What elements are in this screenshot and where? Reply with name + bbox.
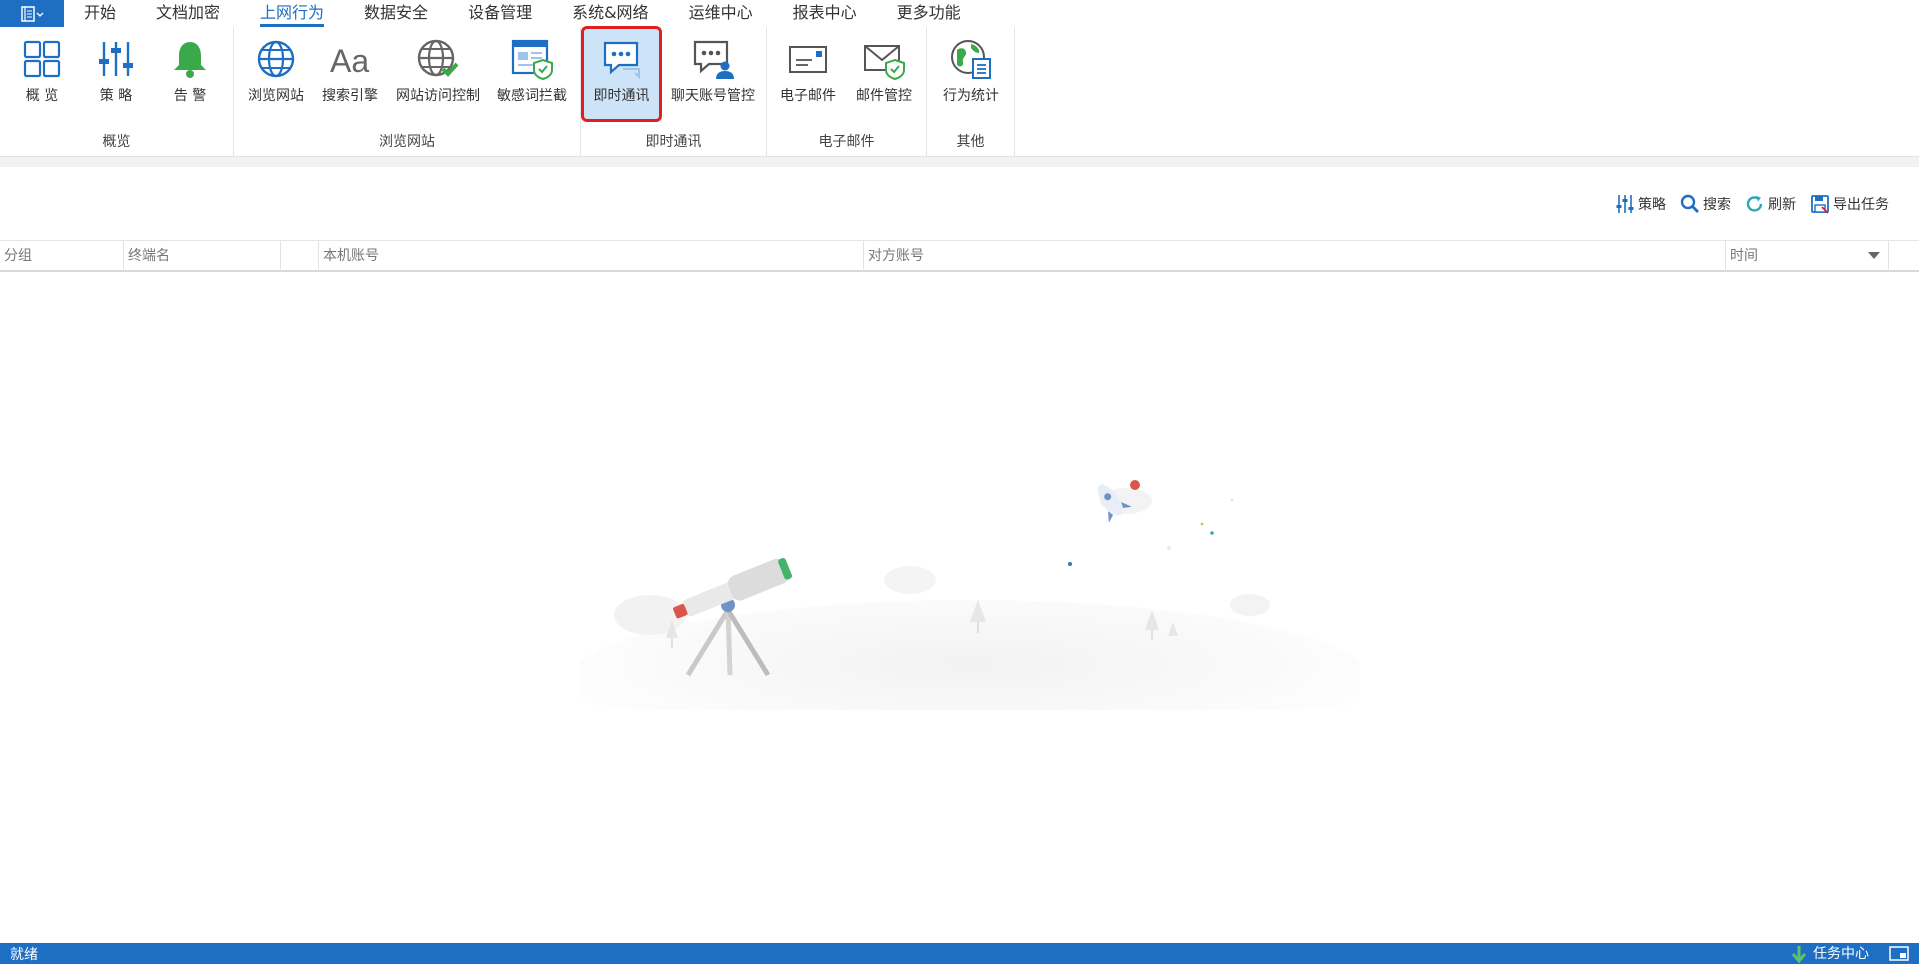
search-engine-label: 搜索引擎	[322, 88, 378, 104]
table-header: 分组 终端名 本机账号 对方账号 时间	[0, 240, 1919, 272]
telescope-rocket-illustration	[570, 480, 1370, 760]
ribbon-group-email: 电子邮件 邮件管控 电子邮件	[767, 27, 927, 157]
browse-websites-button[interactable]: 浏览网站	[244, 27, 308, 121]
chat-account-control-label: 聊天账号管控	[671, 88, 755, 104]
sliders-icon	[94, 37, 138, 81]
panel-toggle-button[interactable]	[1889, 946, 1909, 965]
column-header-local-account[interactable]: 本机账号	[319, 241, 864, 271]
behavior-statistics-button[interactable]: 行为统计	[937, 27, 1005, 121]
overview-button[interactable]: 概 览	[16, 27, 68, 121]
search-engine-button[interactable]: Aa 搜索引擎	[318, 27, 382, 121]
task-center-button[interactable]: 任务中心	[1791, 943, 1869, 964]
refresh-tool-button[interactable]: 刷新	[1745, 194, 1796, 214]
search-tool-label: 搜索	[1703, 197, 1731, 213]
webpage-shield-icon	[510, 37, 554, 81]
column-header-blank[interactable]	[281, 241, 319, 271]
globe-report-icon	[949, 37, 993, 81]
chat-user-icon	[691, 37, 735, 81]
task-center-label: 任务中心	[1813, 945, 1869, 962]
save-export-icon	[1811, 195, 1829, 214]
email-label: 电子邮件	[780, 88, 836, 104]
alert-button[interactable]: 告 警	[164, 27, 216, 121]
menu-bar: 开始 文档加密 上网行为 数据安全 设备管理 系统&网络 运维中心 报表中心 更…	[0, 0, 1919, 27]
instant-messaging-button[interactable]: 即时通讯	[581, 26, 662, 122]
globe-icon	[254, 37, 298, 81]
ribbon-group-browse: 浏览网站 Aa 搜索引擎 网站访问控制 敏感词拦截 浏览网站	[234, 27, 581, 157]
tab-device-management[interactable]: 设备管理	[448, 0, 552, 27]
tab-internet-behavior[interactable]: 上网行为	[240, 0, 344, 27]
ribbon-divider-strip	[0, 157, 1919, 167]
ribbon-group-other: 行为统计 其他	[927, 27, 1015, 157]
column-header-time[interactable]: 时间	[1726, 241, 1889, 271]
sensitive-word-block-label: 敏感词拦截	[497, 88, 567, 104]
empty-state-illustration	[570, 470, 1370, 760]
instant-messaging-label: 即时通讯	[593, 88, 650, 104]
alert-button-label: 告 警	[173, 88, 207, 104]
chevron-down-icon[interactable]	[1868, 252, 1880, 259]
ribbon-group-label-other: 其他	[956, 134, 985, 150]
sensitive-word-block-button[interactable]: 敏感词拦截	[492, 27, 572, 121]
column-header-time-label: 时间	[1730, 248, 1758, 264]
column-header-terminal-name[interactable]: 终端名	[124, 241, 281, 271]
website-access-control-label: 网站访问控制	[396, 88, 480, 104]
status-bar: 就绪 任务中心	[0, 943, 1919, 964]
behavior-statistics-label: 行为统计	[943, 88, 999, 104]
column-header-group[interactable]: 分组	[0, 241, 124, 271]
globe-check-icon	[416, 37, 460, 81]
panel-toggle-icon	[1889, 946, 1909, 961]
email-control-button[interactable]: 邮件管控	[851, 27, 917, 121]
policy-tool-label: 策略	[1638, 197, 1666, 213]
ribbon-group-label-browse: 浏览网站	[379, 134, 435, 150]
export-task-button[interactable]: 导出任务	[1810, 194, 1889, 214]
tab-ops-center[interactable]: 运维中心	[669, 0, 773, 27]
tab-start[interactable]: 开始	[64, 0, 136, 27]
ribbon-group-label-email: 电子邮件	[818, 134, 875, 150]
envelope-icon	[786, 37, 830, 81]
policy-tool-button[interactable]: 策略	[1615, 194, 1666, 214]
chat-bubbles-icon	[600, 37, 644, 81]
refresh-icon	[1746, 196, 1763, 212]
refresh-tool-label: 刷新	[1768, 197, 1796, 213]
app-menu-button[interactable]	[0, 0, 64, 27]
tab-system-network[interactable]: 系统&网络	[552, 0, 668, 27]
policy-button-label: 策 略	[99, 88, 133, 104]
search-tool-button[interactable]: 搜索	[1680, 194, 1731, 214]
policy-button[interactable]: 策 略	[90, 27, 142, 121]
ribbon-group-label-im: 即时通讯	[645, 134, 702, 150]
tab-report-center[interactable]: 报表中心	[773, 0, 877, 27]
menu-tabs: 开始 文档加密 上网行为 数据安全 设备管理 系统&网络 运维中心 报表中心 更…	[64, 0, 981, 27]
search-icon	[1680, 194, 1699, 213]
font-aa-icon: Aa	[328, 37, 372, 81]
email-button[interactable]: 电子邮件	[775, 27, 841, 121]
svg-text:Aa: Aa	[330, 43, 369, 79]
overview-button-label: 概 览	[25, 88, 59, 104]
column-header-peer-account[interactable]: 对方账号	[864, 241, 1726, 271]
ribbon-group-im: 即时通讯 聊天账号管控 即时通讯	[581, 26, 767, 157]
download-arrow-icon	[1791, 945, 1807, 963]
ribbon-group-label-overview: 概览	[102, 134, 131, 150]
browse-websites-label: 浏览网站	[248, 88, 304, 104]
chat-account-control-button[interactable]: 聊天账号管控	[665, 27, 761, 121]
app-menu-icon	[21, 5, 44, 22]
export-task-label: 导出任务	[1833, 197, 1889, 213]
email-control-label: 邮件管控	[856, 88, 912, 104]
tab-doc-encrypt[interactable]: 文档加密	[136, 0, 240, 27]
ribbon: 概 览 策 略 告 警 概览 浏览网站 Aa 搜索引擎 网站访问控制 敏感词拦截…	[0, 26, 1919, 157]
envelope-shield-icon	[862, 37, 906, 81]
toolbar: 策略 搜索 刷新 导出任务	[1615, 192, 1889, 216]
tab-more-functions[interactable]: 更多功能	[877, 0, 981, 27]
ribbon-group-overview: 概 览 策 略 告 警 概览	[0, 27, 234, 157]
sliders-icon	[1616, 195, 1634, 213]
website-access-control-button[interactable]: 网站访问控制	[392, 27, 484, 121]
status-text: 就绪	[10, 947, 38, 963]
tab-data-security[interactable]: 数据安全	[344, 0, 448, 27]
dashboard-grid-icon	[20, 37, 64, 81]
bell-icon	[168, 37, 212, 81]
